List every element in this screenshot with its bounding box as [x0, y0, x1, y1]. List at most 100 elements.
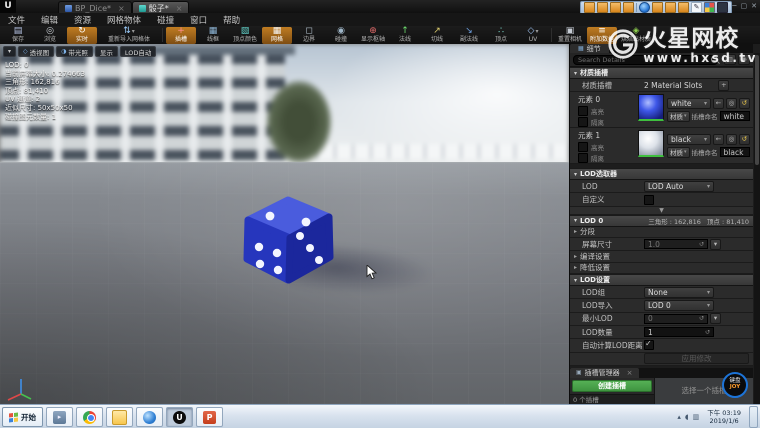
- uv-toggle[interactable]: ◇▾UV: [518, 27, 548, 44]
- create-socket-button[interactable]: 创建插槽: [572, 380, 652, 392]
- reimport-mesh-button[interactable]: ⇅▾重新导入网格体: [99, 27, 159, 44]
- menu-collision[interactable]: 碰撞: [149, 14, 182, 26]
- slot-name-input[interactable]: white: [720, 111, 750, 121]
- auto-compute-checkbox[interactable]: [644, 340, 654, 350]
- vertices-toggle[interactable]: ∴顶点: [486, 27, 516, 44]
- show-flags-button[interactable]: 显示: [95, 46, 118, 57]
- screen-size-input[interactable]: 1.0↺: [644, 239, 708, 249]
- close-icon[interactable]: ×: [176, 4, 183, 13]
- browse-asset-icon[interactable]: ◎: [726, 98, 737, 109]
- bake-materials-button[interactable]: ◈烘焙出材质: [619, 27, 653, 44]
- recorder-tool-icon[interactable]: [610, 2, 621, 13]
- close-icon[interactable]: ×: [118, 4, 125, 13]
- recorder-tool-icon[interactable]: [623, 2, 634, 13]
- show-pivot-toggle[interactable]: ⊕显示枢轴: [358, 27, 388, 44]
- recorder-tool-icon[interactable]: [652, 2, 663, 13]
- add-material-slot-button[interactable]: +: [718, 80, 729, 91]
- build-settings-expander[interactable]: ▸编译设置: [570, 251, 753, 262]
- highlight-checkbox[interactable]: [578, 142, 588, 152]
- highlight-checkbox[interactable]: [578, 106, 588, 116]
- num-lods-input[interactable]: 1↺: [644, 327, 714, 337]
- grid-toggle[interactable]: ▦网格: [262, 27, 292, 44]
- bounds-toggle[interactable]: ◻边界: [294, 27, 324, 44]
- slot-name-input[interactable]: black: [720, 147, 750, 157]
- recorder-tool-icon[interactable]: [597, 2, 608, 13]
- menu-edit[interactable]: 编辑: [33, 14, 66, 26]
- taskbar-powerpoint[interactable]: P: [196, 407, 223, 427]
- reset-icon[interactable]: ↺: [739, 134, 750, 145]
- category-lod0[interactable]: ▾LOD 0 三角形 : 162,816 顶点 : 81,410: [570, 215, 753, 227]
- recorder-tool-icon[interactable]: [665, 2, 676, 13]
- tray-network-icon[interactable]: ▥: [693, 413, 700, 421]
- start-button[interactable]: 开始: [2, 407, 43, 427]
- taskbar-chrome[interactable]: [76, 407, 103, 427]
- additional-data-toggle[interactable]: ≡附加数据: [587, 27, 617, 44]
- realtime-toggle[interactable]: ↻实时: [67, 27, 97, 44]
- recorder-tool-icon[interactable]: [678, 2, 689, 13]
- view-mode-button[interactable]: ◑带光照: [56, 46, 93, 57]
- perspective-button[interactable]: ◇透视图: [18, 46, 54, 57]
- use-selected-icon[interactable]: ←: [713, 98, 724, 109]
- isolate-checkbox[interactable]: [578, 153, 588, 163]
- maximize-icon[interactable]: ▢: [741, 1, 748, 11]
- slot-options-dropdown[interactable]: 材质▾: [667, 111, 690, 122]
- browse-button[interactable]: ◎浏览: [35, 27, 65, 44]
- normals-toggle[interactable]: ↑法线: [390, 27, 420, 44]
- details-scrollbar[interactable]: [754, 53, 760, 404]
- lod-group-dropdown[interactable]: None▾: [644, 287, 714, 298]
- menu-help[interactable]: 帮助: [215, 14, 248, 26]
- taskbar-unreal[interactable]: U: [166, 407, 193, 427]
- menu-file[interactable]: 文件: [0, 14, 33, 26]
- show-desktop-button[interactable]: [749, 406, 758, 428]
- taskbar-clock[interactable]: 下午 03:19 2019/1/6: [703, 409, 745, 425]
- recorder-tool-icon[interactable]: [584, 2, 595, 13]
- material-dropdown[interactable]: black▾: [667, 134, 711, 145]
- tray-expand-icon[interactable]: ▴: [677, 413, 681, 421]
- material-thumbnail[interactable]: [638, 130, 664, 157]
- display-filter-button[interactable]: ▥: [724, 54, 736, 65]
- lod-import-dropdown[interactable]: LOD 0▾: [644, 300, 714, 311]
- vertex-colors-toggle[interactable]: ▧顶点颜色: [230, 27, 260, 44]
- screen-size-dropdown[interactable]: ▾: [710, 239, 721, 250]
- category-lod-picker[interactable]: ▾LOD选取器: [570, 168, 753, 180]
- close-icon[interactable]: ✕: [751, 1, 757, 11]
- tab-socket-manager[interactable]: ▣ 插槽管理器 ×: [570, 368, 639, 378]
- save-button[interactable]: ▤保存: [3, 27, 33, 44]
- sockets-toggle[interactable]: +插槽: [166, 27, 196, 44]
- wireframe-toggle[interactable]: ▦线框: [198, 27, 228, 44]
- binormals-toggle[interactable]: ↘副法线: [454, 27, 484, 44]
- menu-mesh[interactable]: 网格物体: [99, 14, 149, 26]
- material-thumbnail[interactable]: [638, 94, 664, 121]
- isolate-checkbox[interactable]: [578, 117, 588, 127]
- sections-expander[interactable]: ▸分段: [570, 227, 753, 238]
- browse-asset-icon[interactable]: ◎: [726, 134, 737, 145]
- collision-toggle[interactable]: ◉碰撞: [326, 27, 356, 44]
- pen-tool-icon[interactable]: ✎: [691, 2, 702, 13]
- material-dropdown[interactable]: white▾: [667, 98, 711, 109]
- category-expander[interactable]: ▼: [570, 207, 753, 215]
- search-input[interactable]: [573, 55, 718, 65]
- recorder-record-icon[interactable]: [639, 2, 650, 13]
- lod-auto-dropdown[interactable]: LOD Auto▾: [644, 181, 714, 192]
- category-material-slots[interactable]: ▾材质插槽: [570, 67, 753, 79]
- tab-details[interactable]: ▦ 细节: [570, 44, 609, 53]
- custom-checkbox[interactable]: [644, 195, 654, 205]
- min-lod-input[interactable]: 0↺: [644, 314, 708, 324]
- apply-changes-button[interactable]: 应用修改: [644, 353, 749, 364]
- use-selected-icon[interactable]: ←: [713, 134, 724, 145]
- minimize-icon[interactable]: ─: [732, 1, 736, 11]
- flag-tool-icon[interactable]: [717, 2, 728, 13]
- close-icon[interactable]: ×: [627, 369, 633, 377]
- mesh-viewport[interactable]: ▾ ◇透视图 ◑带光照 显示 LOD自动 LOD: 0 当前屏幕大小: 0.27…: [0, 44, 569, 404]
- taskbar-explorer[interactable]: [106, 407, 133, 427]
- slot-options-dropdown[interactable]: 材质▾: [667, 147, 690, 158]
- capture-tool-icon[interactable]: [704, 2, 715, 13]
- scrollbar-thumb[interactable]: [755, 55, 759, 165]
- menu-asset[interactable]: 资源: [66, 14, 99, 26]
- reset-icon[interactable]: ↺: [739, 98, 750, 109]
- category-lod-settings[interactable]: ▾LOD设置: [570, 274, 753, 286]
- taskbar-browser[interactable]: [136, 407, 163, 427]
- view-options-button[interactable]: ◉: [738, 54, 750, 65]
- tangents-toggle[interactable]: ↗切线: [422, 27, 452, 44]
- taskbar-recorder-app[interactable]: ▸: [46, 407, 73, 427]
